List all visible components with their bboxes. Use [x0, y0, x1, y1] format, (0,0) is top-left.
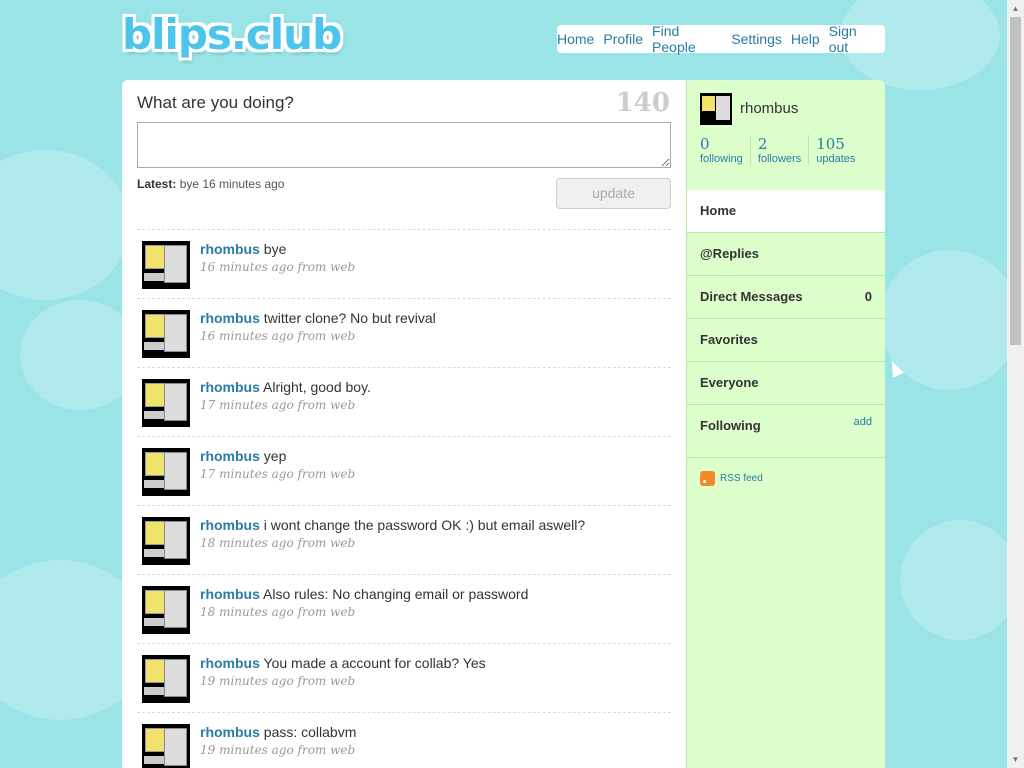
tweet-item: rhombus i wont change the password OK :)…: [137, 506, 671, 575]
tweet-meta[interactable]: 18 minutes ago from web: [200, 536, 355, 550]
user-avatar[interactable]: [142, 724, 190, 768]
stat-followers-count: 2: [757, 135, 768, 153]
tweet-item: rhombus yep 17 minutes ago from web: [137, 437, 671, 506]
tweet-text: rhombus yep: [200, 448, 286, 464]
tweet-meta[interactable]: 19 minutes ago from web: [200, 674, 355, 688]
tweet-text: rhombus pass: collabvm: [200, 724, 356, 740]
user-avatar[interactable]: [142, 310, 190, 358]
sidebar-item-home[interactable]: Home: [687, 190, 885, 233]
compose-prompt: What are you doing?: [137, 93, 294, 112]
latest-status: Latest: bye 16 minutes ago: [137, 177, 284, 191]
user-avatar[interactable]: [142, 379, 190, 427]
tweet-username-link[interactable]: rhombus: [200, 448, 260, 464]
update-button[interactable]: update: [556, 178, 671, 209]
bg-cloud: [0, 150, 130, 300]
profile-username[interactable]: rhombus: [740, 100, 798, 117]
tweet-body: Also rules: No changing email or passwor…: [263, 586, 529, 602]
tweet-username-link[interactable]: rhombus: [200, 241, 260, 257]
bg-cloud: [900, 520, 1020, 640]
stat-updates[interactable]: 105 updates: [808, 135, 862, 165]
tweet-body: i wont change the password OK :) but ema…: [263, 517, 586, 533]
tweet-text: rhombus i wont change the password OK :)…: [200, 517, 585, 533]
tweet-meta[interactable]: 16 minutes ago from web: [200, 260, 355, 274]
status-input[interactable]: [137, 122, 671, 168]
sidebar-item-label: Following: [700, 418, 761, 433]
user-avatar[interactable]: [142, 241, 190, 289]
tweet-item: rhombus bye 16 minutes ago from web: [137, 230, 671, 299]
vertical-scrollbar[interactable]: ▲ ▼: [1007, 0, 1024, 768]
tweet-meta[interactable]: 17 minutes ago from web: [200, 467, 355, 481]
sidebar-item-label: Direct Messages: [700, 289, 803, 304]
tweet-username-link[interactable]: rhombus: [200, 586, 260, 602]
tweet-body: pass: collabvm: [263, 724, 357, 740]
user-avatar[interactable]: [142, 586, 190, 634]
sidebar-item-favorites[interactable]: Favorites: [687, 319, 885, 362]
character-counter: 140: [615, 88, 670, 118]
tweet-username-link[interactable]: rhombus: [200, 517, 260, 533]
profile-avatar[interactable]: [700, 93, 732, 125]
tweet-meta[interactable]: 17 minutes ago from web: [200, 398, 355, 412]
nav-help-link[interactable]: Help: [791, 31, 820, 47]
rss-icon: [700, 471, 715, 486]
sidebar-item-everyone[interactable]: Everyone: [687, 362, 885, 405]
tweet-meta[interactable]: 16 minutes ago from web: [200, 329, 355, 343]
profile-stats: 0 following 2 followers 105 updates: [700, 135, 862, 165]
scroll-up-arrow-icon[interactable]: ▲: [1007, 0, 1024, 17]
following-add-link[interactable]: add: [854, 401, 872, 443]
stat-following[interactable]: 0 following: [700, 135, 750, 165]
tweet-text: rhombus You made a account for collab? Y…: [200, 655, 486, 671]
scroll-down-arrow-icon[interactable]: ▼: [1007, 751, 1024, 768]
tweet-meta[interactable]: 19 minutes ago from web: [200, 743, 355, 757]
tweet-body: yep: [263, 448, 287, 464]
tweet-item: rhombus twitter clone? No but revival 16…: [137, 299, 671, 368]
tweet-username-link[interactable]: rhombus: [200, 379, 260, 395]
tweet-username-link[interactable]: rhombus: [200, 655, 260, 671]
top-navigation: Home Profile Find People Settings Help S…: [557, 23, 885, 55]
tweet-body: twitter clone? No but revival: [263, 310, 436, 326]
user-avatar[interactable]: [142, 448, 190, 496]
stat-followers-label: followers: [757, 153, 802, 165]
tweet-body: You made a account for collab? Yes: [263, 655, 486, 671]
rss-label: RSS feed: [720, 473, 763, 484]
latest-text: bye 16 minutes ago: [179, 177, 285, 191]
nav-find-people-link[interactable]: Find People: [652, 23, 722, 55]
tweet-body: bye: [263, 241, 287, 257]
tweet-username-link[interactable]: rhombus: [200, 310, 260, 326]
tweet-username-link[interactable]: rhombus: [200, 724, 260, 740]
nav-settings-link[interactable]: Settings: [731, 31, 782, 47]
nav-sign-out-link[interactable]: Sign out: [829, 23, 877, 55]
tweet-text: rhombus bye: [200, 241, 286, 257]
rss-feed-link[interactable]: RSS feed: [700, 471, 763, 486]
stat-followers[interactable]: 2 followers: [749, 135, 808, 165]
timeline: rhombus bye 16 minutes ago from web rhom…: [137, 229, 671, 768]
tweet-text: rhombus Alright, good boy.: [200, 379, 371, 395]
tweet-text: rhombus Also rules: No changing email or…: [200, 586, 528, 602]
tweet-item: rhombus Also rules: No changing email or…: [137, 575, 671, 644]
stat-updates-label: updates: [816, 153, 856, 165]
sidebar-menu: Home @Replies Direct Messages 0 Favorite…: [687, 190, 885, 458]
stat-following-label: following: [700, 153, 743, 165]
tweet-item: rhombus Alright, good boy. 17 minutes ag…: [137, 368, 671, 437]
user-avatar[interactable]: [142, 517, 190, 565]
site-logo[interactable]: blips.club: [122, 10, 342, 59]
sidebar-item-direct-messages[interactable]: Direct Messages 0: [687, 276, 885, 319]
sidebar-item-replies[interactable]: @Replies: [687, 233, 885, 276]
dm-count: 0: [864, 289, 872, 304]
stat-updates-count: 105: [816, 135, 845, 153]
sidebar-item-following[interactable]: Following add: [687, 405, 885, 458]
sidebar: rhombus 0 following 2 followers 105 upda…: [686, 80, 885, 768]
tweet-meta[interactable]: 18 minutes ago from web: [200, 605, 355, 619]
nav-home-link[interactable]: Home: [557, 31, 594, 47]
tweet-item: rhombus pass: collabvm 19 minutes ago fr…: [137, 713, 671, 768]
tweet-text: rhombus twitter clone? No but revival: [200, 310, 436, 326]
latest-label: Latest:: [137, 177, 177, 191]
nav-profile-link[interactable]: Profile: [603, 31, 643, 47]
tweet-body: Alright, good boy.: [263, 379, 371, 395]
stat-following-count: 0: [700, 135, 710, 153]
scroll-thumb[interactable]: [1010, 17, 1021, 345]
main-content: What are you doing? 140 Latest: bye 16 m…: [122, 80, 686, 768]
user-avatar[interactable]: [142, 655, 190, 703]
tweet-item: rhombus You made a account for collab? Y…: [137, 644, 671, 713]
